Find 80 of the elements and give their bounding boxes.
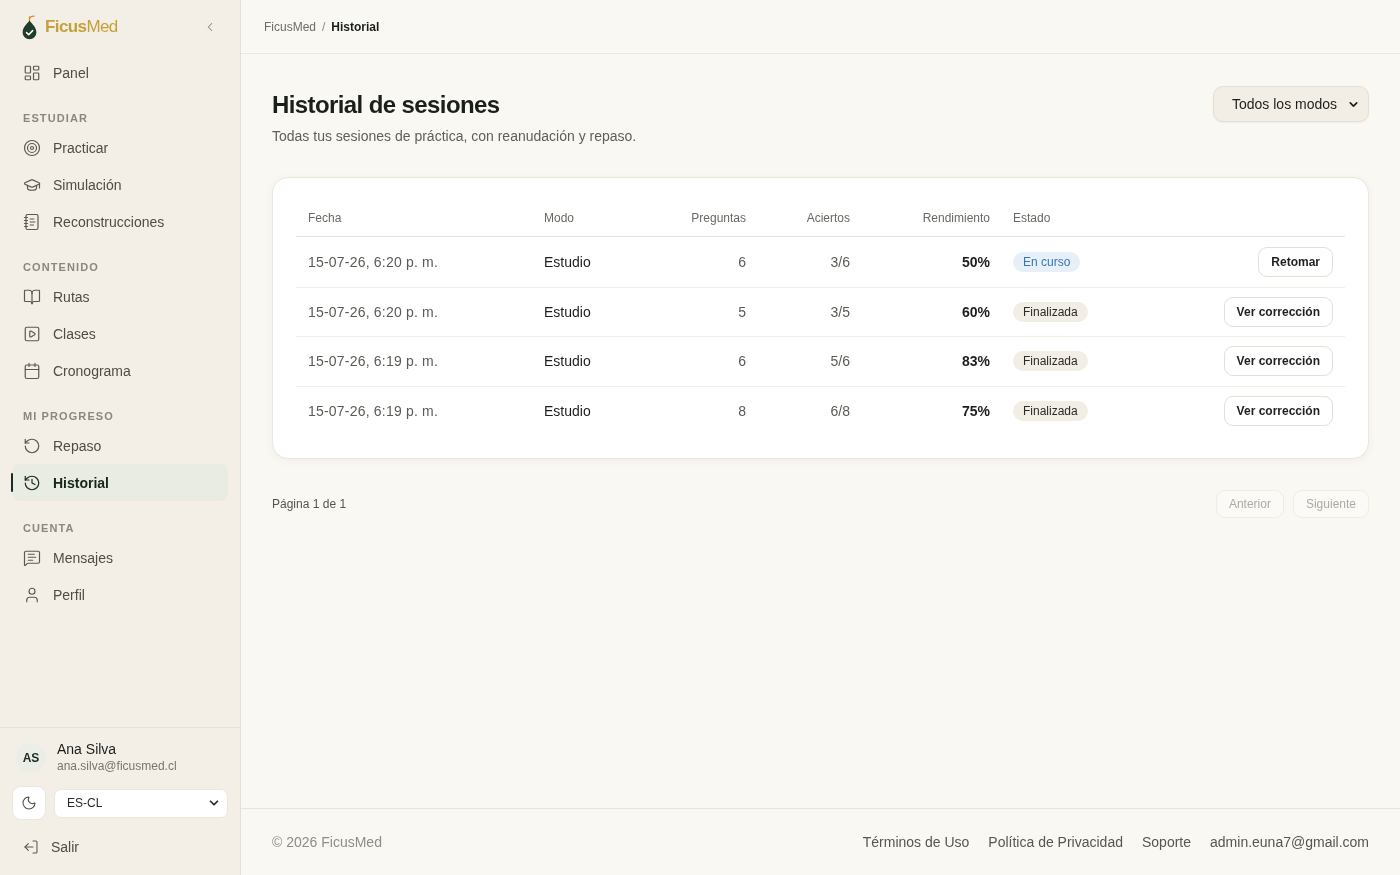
nav-item[interactable]: Panel <box>12 54 228 91</box>
correct-count: 5/6 <box>830 353 850 370</box>
nav-item[interactable]: Rutas <box>12 278 228 315</box>
nav-item[interactable]: Historial <box>12 464 228 501</box>
notebook-icon <box>23 212 41 231</box>
correct-count: 6/8 <box>830 402 850 419</box>
session-action-button[interactable]: Retomar <box>1258 246 1333 277</box>
theme-toggle-button[interactable] <box>12 786 46 820</box>
status-badge: Finalizada <box>1013 400 1088 421</box>
footer-link[interactable]: Soporte <box>1142 834 1192 850</box>
session-date: 15-07-26, 6:19 p. m. <box>308 402 439 419</box>
moon-icon <box>21 795 37 811</box>
session-action-button[interactable]: Ver corrección <box>1223 296 1333 327</box>
page-title: Historial de sesiones <box>272 90 501 120</box>
user-avatar: AS <box>16 742 46 773</box>
nav-item[interactable]: Cronograma <box>12 352 228 389</box>
session-date: 15-07-26, 6:19 p. m. <box>308 353 439 370</box>
language-select[interactable]: ES-CL <box>54 788 228 818</box>
status-badge: Finalizada <box>1013 351 1088 372</box>
nav-item[interactable]: Reconstrucciones <box>12 203 228 240</box>
session-action-button[interactable]: Ver corrección <box>1223 395 1333 426</box>
page-subtitle: Todas tus sesiones de práctica, con reanudación y repaso. <box>272 127 637 146</box>
message-icon <box>23 548 41 567</box>
question-count: 6 <box>738 353 746 370</box>
leaf-drop-logo-icon <box>22 14 37 40</box>
history-icon <box>23 473 41 492</box>
score-percent: 60% <box>961 303 990 320</box>
dashboard-icon <box>23 63 41 82</box>
column-header: Aciertos <box>806 211 850 225</box>
column-header: Preguntas <box>691 211 746 225</box>
section-label: CUENTA <box>23 521 76 535</box>
question-count: 5 <box>738 303 746 320</box>
session-mode: Estudio <box>544 402 591 419</box>
footer-link[interactable]: Términos de Uso <box>862 834 970 850</box>
session-date: 15-07-26, 6:20 p. m. <box>308 253 439 270</box>
correct-count: 3/5 <box>830 303 850 320</box>
column-header: Rendimiento <box>922 211 990 225</box>
question-count: 6 <box>738 253 746 270</box>
logout-button[interactable]: Salir <box>12 828 228 865</box>
nav-item[interactable]: Practicar <box>12 129 228 166</box>
brand-wordmark: FicusMed <box>45 17 118 37</box>
open-book-icon <box>23 287 41 306</box>
current-page-title: Historial <box>331 19 380 34</box>
nav-item[interactable]: Clases <box>12 315 228 352</box>
session-mode: Estudio <box>544 303 591 320</box>
section-label: CONTENIDO <box>23 260 100 274</box>
status-badge: En curso <box>1013 251 1081 272</box>
session-action-button[interactable]: Ver corrección <box>1223 346 1333 377</box>
question-count: 8 <box>738 402 746 419</box>
nav-item[interactable]: Perfil <box>12 576 228 613</box>
score-percent: 75% <box>961 402 990 419</box>
section-label: ESTUDIAR <box>23 111 90 125</box>
page-indicator: Página 1 de 1 <box>272 497 347 511</box>
mode-filter-select[interactable]: Todos los modos <box>1213 86 1369 122</box>
footer-link[interactable]: admin.euna7@gmail.com <box>1210 834 1369 850</box>
circular-arrow-icon <box>23 436 41 455</box>
user-icon <box>23 585 41 604</box>
correct-count: 3/6 <box>830 253 850 270</box>
user-email: ana.silva@ficusmed.cl <box>57 758 177 774</box>
nav-item[interactable]: Mensajes <box>12 539 228 576</box>
calendar-icon <box>23 361 41 380</box>
status-badge: Finalizada <box>1013 301 1088 322</box>
copyright-text: © 2026 FicusMed <box>272 834 382 850</box>
breadcrumb-link[interactable]: FicusMed <box>264 19 316 34</box>
nav-item[interactable]: Repaso <box>12 427 228 464</box>
session-mode: Estudio <box>544 253 591 270</box>
section-label: MI PROGRESO <box>23 409 115 423</box>
target-icon <box>23 138 41 157</box>
column-header: Fecha <box>308 211 342 225</box>
session-mode: Estudio <box>544 353 591 370</box>
footer-link[interactable]: Política de Privacidad <box>988 834 1123 850</box>
score-percent: 83% <box>961 353 990 370</box>
score-percent: 50% <box>961 253 990 270</box>
play-square-icon <box>23 324 41 343</box>
session-date: 15-07-26, 6:20 p. m. <box>308 303 439 320</box>
user-name: Ana Silva <box>57 741 118 758</box>
column-header: Estado <box>1013 211 1051 225</box>
column-header: Modo <box>544 211 575 225</box>
breadcrumb-separator: / <box>322 19 326 34</box>
nav-item[interactable]: Simulación <box>12 166 228 203</box>
